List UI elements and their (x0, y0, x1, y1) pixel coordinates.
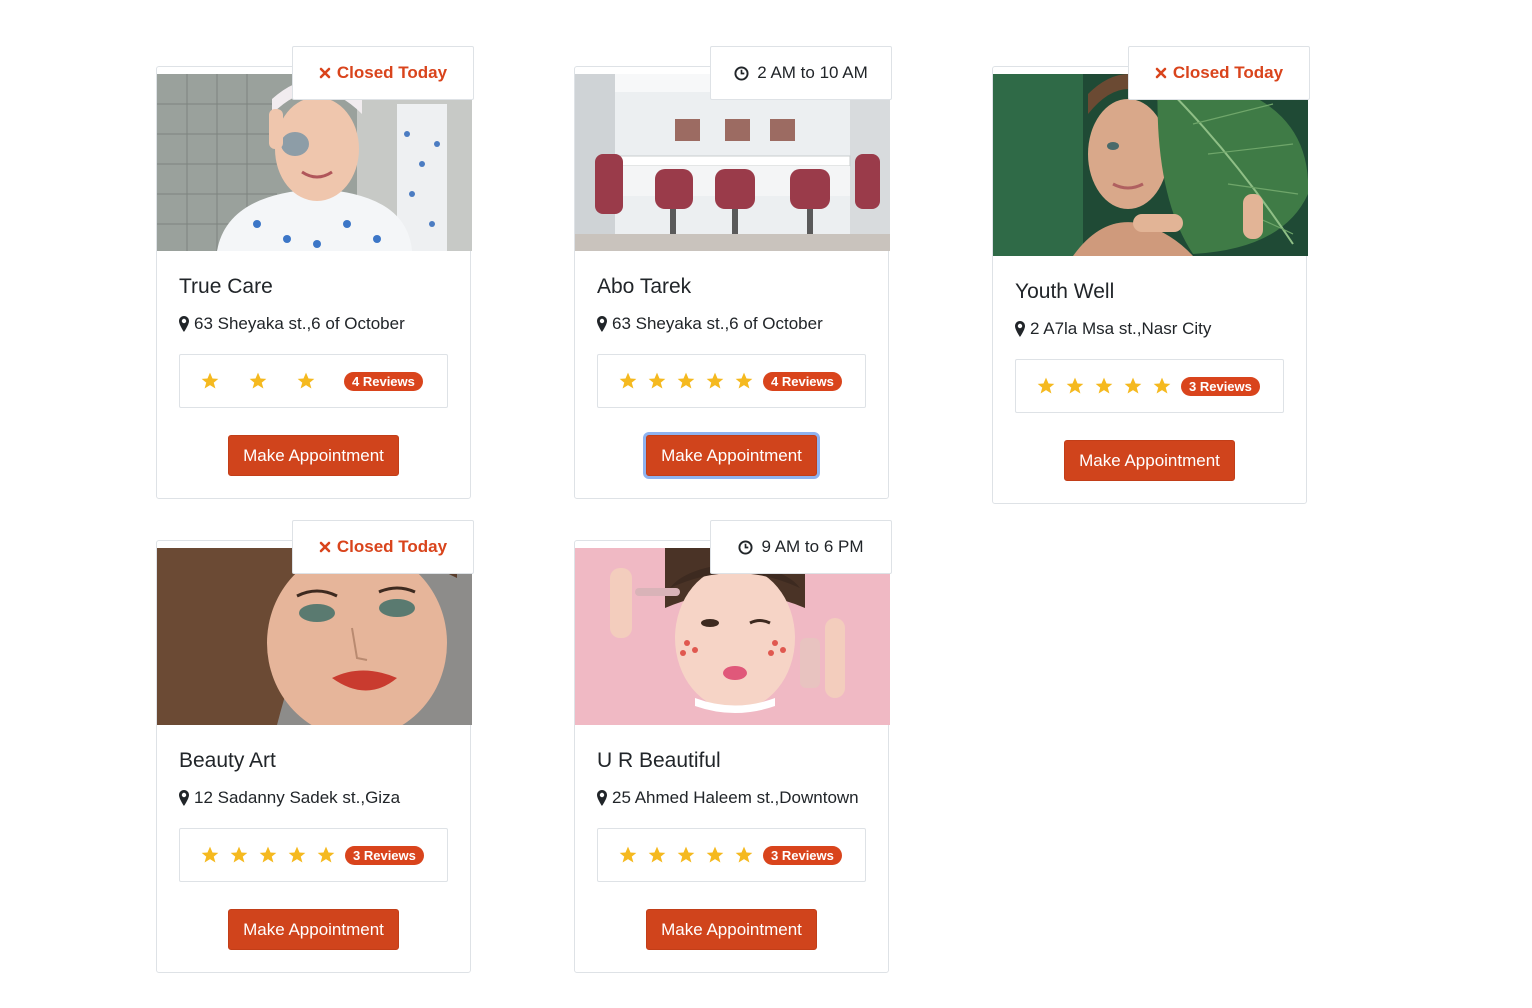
star-rating (200, 845, 345, 865)
rating-box: 3 Reviews (179, 828, 448, 882)
salon-card-abo-tarek: 2 AM to 10 AM Abo Tarek 63 Sheyaka st.,6… (574, 46, 892, 499)
salon-listing-page: Closed Today True Care 63 Sheyaka st.,6 … (0, 0, 1532, 1008)
star-icon (1036, 376, 1056, 396)
reviews-count-badge[interactable]: 3 Reviews (763, 845, 842, 865)
star-icon (705, 845, 725, 865)
address-text: 2 A7la Msa st.,Nasr City (1030, 319, 1212, 338)
salon-name: Abo Tarek (597, 275, 692, 298)
status-badge: 2 AM to 10 AM (710, 46, 892, 100)
rating-box: 3 Reviews (597, 828, 866, 882)
salon-name: True Care (179, 275, 273, 298)
star-icon (316, 845, 336, 865)
star-rating (618, 845, 763, 865)
make-appointment-button[interactable]: Make Appointment (1064, 440, 1235, 481)
star-icon (1123, 376, 1143, 396)
reviews-count-badge[interactable]: 3 Reviews (1181, 376, 1260, 396)
address: 12 Sadanny Sadek st.,Giza (179, 788, 448, 808)
status-badge: 9 AM to 6 PM (710, 520, 892, 574)
make-appointment-button[interactable]: Make Appointment (646, 435, 817, 476)
salon-photo (993, 74, 1308, 256)
map-marker-icon (597, 790, 607, 806)
address: 63 Sheyaka st.,6 of October (597, 314, 866, 334)
salon-photo (575, 74, 890, 251)
opening-hours-text: 2 AM to 10 AM (757, 63, 868, 82)
make-appointment-button[interactable]: Make Appointment (228, 435, 399, 476)
star-icon (296, 371, 316, 391)
address-text: 63 Sheyaka st.,6 of October (194, 314, 405, 333)
star-icon (200, 845, 220, 865)
salon-card-youth-well: Closed Today Youth Well 2 A7la Msa st.,N… (992, 46, 1310, 504)
opening-hours-text: 9 AM to 6 PM (761, 537, 864, 556)
status-text: Closed Today (336, 63, 448, 82)
map-marker-icon (1015, 321, 1025, 337)
salon-photo (575, 548, 890, 725)
reviews-count-badge[interactable]: 4 Reviews (763, 371, 842, 391)
status-text: Closed Today (336, 537, 448, 556)
clock-icon (734, 65, 749, 81)
close-icon (319, 541, 331, 553)
star-icon (676, 845, 696, 865)
star-icon (1094, 376, 1114, 396)
star-icon (705, 371, 725, 391)
clock-icon (738, 539, 753, 555)
salon-name: U R Beautiful (597, 749, 721, 772)
reviews-count-badge[interactable]: 4 Reviews (344, 371, 423, 391)
status-badge: Closed Today (1128, 46, 1310, 100)
star-icon (618, 371, 638, 391)
star-rating (618, 371, 763, 391)
star-icon (647, 845, 667, 865)
star-icon (287, 845, 307, 865)
map-marker-icon (179, 316, 189, 332)
star-icon (734, 371, 754, 391)
star-rating (1036, 376, 1181, 396)
star-icon (618, 845, 638, 865)
address: 63 Sheyaka st.,6 of October (179, 314, 448, 334)
rating-box: 3 Reviews (1015, 359, 1284, 413)
star-icon (1065, 376, 1085, 396)
address-text: 12 Sadanny Sadek st.,Giza (194, 788, 401, 807)
salon-name: Youth Well (1015, 280, 1115, 303)
star-icon (647, 371, 667, 391)
rating-box: 4 Reviews (179, 354, 448, 408)
address: 25 Ahmed Haleem st.,Downtown (597, 788, 866, 808)
salon-card-true-care: Closed Today True Care 63 Sheyaka st.,6 … (156, 46, 474, 499)
salon-card-beauty-art: Closed Today Beauty Art 12 Sadanny Sadek… (156, 520, 474, 973)
salon-photo (157, 548, 472, 725)
star-rating (200, 371, 344, 391)
star-icon (1152, 376, 1172, 396)
close-icon (319, 67, 331, 79)
make-appointment-button[interactable]: Make Appointment (646, 909, 817, 950)
salon-card-u-r-beautiful: 9 AM to 6 PM U R Beautiful 25 Ahmed Hale… (574, 520, 892, 973)
reviews-count-badge[interactable]: 3 Reviews (345, 845, 424, 865)
star-icon (676, 371, 696, 391)
rating-box: 4 Reviews (597, 354, 866, 408)
address-text: 63 Sheyaka st.,6 of October (612, 314, 823, 333)
salon-name: Beauty Art (179, 749, 276, 772)
star-icon (734, 845, 754, 865)
address-text: 25 Ahmed Haleem st.,Downtown (612, 788, 859, 807)
map-marker-icon (179, 790, 189, 806)
status-text: Closed Today (1172, 63, 1284, 82)
address: 2 A7la Msa st.,Nasr City (1015, 319, 1284, 339)
star-icon (229, 845, 249, 865)
status-badge: Closed Today (292, 520, 474, 574)
star-icon (200, 371, 220, 391)
make-appointment-button[interactable]: Make Appointment (228, 909, 399, 950)
map-marker-icon (597, 316, 607, 332)
star-icon (258, 845, 278, 865)
salon-photo (157, 74, 472, 251)
status-badge: Closed Today (292, 46, 474, 100)
star-icon (248, 371, 268, 391)
close-icon (1155, 67, 1167, 79)
